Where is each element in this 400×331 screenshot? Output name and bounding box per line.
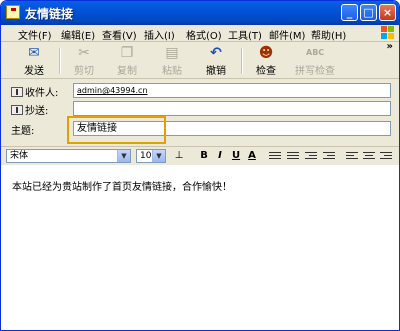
address-book-icon [11,105,23,115]
copy-label: 复制 [117,66,137,77]
paragraph-style-icon[interactable]: ⊥ [173,150,185,162]
to-label[interactable]: 收件人: [11,84,58,99]
undo-label: 撤销 [206,66,226,77]
close-button[interactable]: × [379,4,396,21]
toolbar-separator [59,48,61,74]
menu-mail[interactable]: 邮件(M) [269,27,305,42]
subject-row: 主题: 友情链接 [1,119,399,139]
check-names-button[interactable]: ☻ 检查 [246,44,286,78]
subject-highlight-box [67,116,166,144]
menu-file[interactable]: 文件(F) [18,27,52,42]
font-size-value: 10 [140,151,152,161]
increase-indent-icon[interactable] [323,151,335,161]
to-row: 收件人: admin@43994.cn [1,81,399,101]
undo-icon: ↶ [210,45,222,61]
menu-view[interactable]: 查看(V) [102,27,137,42]
cut-button[interactable]: ✂ 剪切 [64,44,104,78]
font-value: 宋体 [10,151,29,161]
chevron-down-icon: ▼ [152,150,165,162]
align-right-icon[interactable] [380,151,392,161]
menu-insert[interactable]: 插入(I) [144,27,175,42]
minimize-button[interactable]: _ [341,4,358,21]
paste-button[interactable]: ▤ 粘贴 [152,44,192,78]
cut-label: 剪切 [74,66,94,77]
toolbar-overflow-button[interactable]: » [387,41,393,52]
scissors-icon: ✂ [78,45,90,61]
align-left-icon[interactable] [346,151,358,161]
copy-button[interactable]: ❐ 复制 [107,44,147,78]
toolbar-separator [241,48,243,74]
message-body-editor[interactable]: 本站已经为贵站制作了首页友情链接，合作愉快！ [1,165,399,330]
decrease-indent-icon[interactable] [305,151,317,161]
menu-help[interactable]: 帮助(H) [311,27,346,42]
formatting-toolbar: 宋体 ▼ 10 ▼ ⊥ B I U A [1,146,399,166]
to-label-text: 收件人: [25,88,59,99]
menu-edit[interactable]: 编辑(E) [61,27,95,42]
cc-field[interactable] [73,101,391,116]
font-size-select[interactable]: 10 ▼ [136,149,166,163]
send-button[interactable]: ✉ 发送 [14,44,54,78]
bullet-list-icon[interactable] [287,151,299,161]
send-label: 发送 [24,66,44,77]
toolbar: ✉ 发送 ✂ 剪切 ❐ 复制 ▤ 粘贴 ↶ 撤销 ☻ 检查 ABC 拼写检查 » [1,41,399,79]
window-title: 友情链接 [25,7,74,21]
menu-tools[interactable]: 工具(T) [228,27,262,42]
message-body-text: 本站已经为贵站制作了首页友情链接，合作愉快！ [12,182,232,193]
undo-button[interactable]: ↶ 撤销 [196,44,236,78]
send-icon: ✉ [28,45,40,61]
numbered-list-icon[interactable] [269,151,281,161]
check-names-icon: ☻ [258,45,274,61]
menu-bar: 文件(F) 编辑(E) 查看(V) 插入(I) 格式(O) 工具(T) 邮件(M… [1,25,399,42]
paste-label: 粘贴 [162,66,182,77]
cc-row: 抄送: [1,99,399,119]
message-icon [6,5,20,19]
cc-label[interactable]: 抄送: [11,102,48,117]
check-label: 检查 [256,66,276,77]
copy-icon: ❐ [120,45,134,61]
clipboard-icon: ▤ [165,45,179,61]
to-field[interactable]: admin@43994.cn [73,83,391,98]
spelling-icon: ABC [306,48,325,57]
font-select[interactable]: 宋体 ▼ [6,149,131,163]
menu-format[interactable]: 格式(O) [186,27,222,42]
spelling-label: 拼写检查 [295,66,335,77]
windows-logo-icon [381,26,395,40]
cc-label-text: 抄送: [25,106,49,117]
underline-button[interactable]: U [230,150,242,162]
chevron-down-icon: ▼ [117,150,130,162]
font-color-button[interactable]: A [246,150,258,162]
address-book-icon [11,87,23,97]
subject-label: 主题: [11,126,35,137]
align-center-icon[interactable] [363,151,375,161]
spelling-button[interactable]: ABC 拼写检查 [291,44,339,78]
compose-window: 友情链接 _ □ × 文件(F) 编辑(E) 查看(V) 插入(I) 格式(O)… [0,0,400,331]
title-bar[interactable]: 友情链接 _ □ × [1,1,399,25]
italic-button[interactable]: I [214,150,226,162]
bold-button[interactable]: B [198,150,210,162]
maximize-button[interactable]: □ [360,4,377,21]
